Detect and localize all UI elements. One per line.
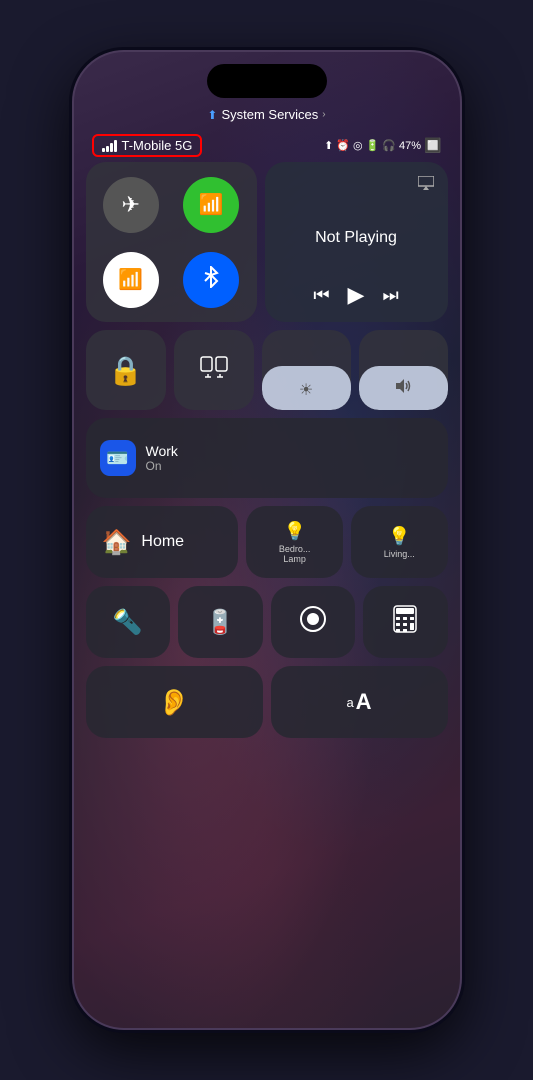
text-small-label: a — [346, 695, 353, 710]
bedroom-lamp-button[interactable]: 💡 Bedro...Lamp — [246, 506, 343, 578]
lock-rotation-icon: 🔒 — [108, 354, 143, 387]
text-size-button[interactable]: a A — [271, 666, 448, 738]
row-focus: 🪪 Work On — [86, 418, 448, 498]
connectivity-grid: ✈ 📶 📶 — [86, 162, 257, 322]
flashlight-button[interactable]: 🔦 — [86, 586, 171, 658]
carrier-name: T-Mobile 5G — [122, 138, 193, 153]
chevron-right-icon: › — [322, 109, 325, 120]
dynamic-island — [207, 64, 327, 98]
focus-button[interactable]: 🪪 Work On — [86, 418, 448, 498]
home-button[interactable]: 🏠 Home — [86, 506, 239, 578]
volume-icon — [394, 377, 412, 400]
bedroom-label: Bedro...Lamp — [279, 544, 311, 564]
status-bar: ⬆ System Services › — [74, 107, 460, 122]
carrier-bar: T-Mobile 5G ⬆ ⏰ ◎ 🔋 🎧 47% 🔲 — [74, 134, 460, 157]
focus-text: Work On — [146, 443, 178, 473]
system-services-label: System Services — [221, 107, 318, 122]
row-accessibility: 👂 a A — [86, 666, 448, 738]
gps-icon: ⬆ — [207, 108, 217, 122]
media-title: Not Playing — [279, 193, 434, 282]
brightness-icon: ☀ — [299, 380, 313, 400]
battery-graphic: 🔲 — [424, 137, 441, 154]
focus-sublabel: On — [146, 459, 178, 473]
screen-mirror-button[interactable] — [174, 330, 254, 410]
carrier-badge[interactable]: T-Mobile 5G — [92, 134, 203, 157]
signal-bars — [102, 140, 117, 152]
screen-lock-button[interactable]: 🔒 — [86, 330, 166, 410]
mirror-icon — [200, 356, 228, 384]
status-icons-right: ⬆ ⏰ ◎ 🔋 🎧 47% 🔲 — [324, 137, 441, 154]
screen-record-button[interactable] — [271, 586, 356, 658]
cellular-icon: 📶 — [199, 192, 224, 217]
brightness-slider[interactable]: ☀ — [262, 330, 351, 410]
row-home: 🏠 Home 💡 Bedro...Lamp 💡 Living... — [86, 506, 448, 578]
cellular-button[interactable]: 📶 — [183, 177, 239, 233]
battery-button[interactable]: 🪫 — [178, 586, 263, 658]
phone-frame: ⬆ System Services › T-Mobile 5G — [72, 50, 462, 1030]
row-lock-sliders: 🔒 — [86, 330, 448, 410]
record-icon — [299, 605, 327, 640]
flashlight-icon: 🔦 — [113, 608, 143, 637]
headphone-icon: 🎧 — [382, 139, 396, 152]
battery-icon: 🔋 — [366, 139, 380, 152]
volume-slider[interactable] — [359, 330, 448, 410]
airplane-mode-button[interactable]: ✈ — [103, 177, 159, 233]
focus-label: Work — [146, 443, 178, 459]
living-label: Living... — [384, 549, 415, 559]
alarm-icon: ⏰ — [336, 139, 350, 152]
media-controls: ⏮ ▶ ⏭ — [279, 282, 434, 308]
previous-button[interactable]: ⏮ — [313, 285, 329, 306]
bluetooth-button[interactable] — [183, 252, 239, 308]
location-icon: ⬆ — [324, 139, 333, 152]
lamp-icon-bedroom: 💡 — [283, 521, 305, 542]
media-player[interactable]: Not Playing ⏮ ▶ ⏭ — [265, 162, 448, 322]
text-large-label: A — [356, 689, 372, 715]
calculator-icon — [393, 605, 417, 640]
home-label: Home — [141, 533, 184, 551]
wifi-icon: 📶 — [118, 267, 143, 292]
home-icon: 🏠 — [102, 528, 132, 557]
ear-icon: 👂 — [158, 687, 190, 718]
wifi-button[interactable]: 📶 — [103, 252, 159, 308]
living-lamp-button[interactable]: 💡 Living... — [351, 506, 448, 578]
airplay-icon[interactable] — [418, 176, 434, 193]
calculator-button[interactable] — [363, 586, 448, 658]
airplane-icon: ✈ — [122, 192, 140, 218]
battery-pct: 47% — [399, 140, 421, 152]
lamp-icon-living: 💡 — [388, 526, 410, 547]
control-center: ✈ 📶 📶 — [86, 162, 448, 1008]
battery-tool-icon: 🪫 — [205, 608, 235, 637]
row-connectivity-media: ✈ 📶 📶 — [86, 162, 448, 322]
focus-icon: 🪪 — [100, 440, 136, 476]
next-button[interactable]: ⏭ — [382, 285, 398, 306]
hearing-button[interactable]: 👂 — [86, 666, 263, 738]
row-tools: 🔦 🪫 — [86, 586, 448, 658]
sync-icon: ◎ — [353, 139, 363, 152]
bluetooth-icon — [203, 266, 219, 294]
play-button[interactable]: ▶ — [348, 282, 365, 308]
id-card-icon: 🪪 — [106, 448, 128, 469]
